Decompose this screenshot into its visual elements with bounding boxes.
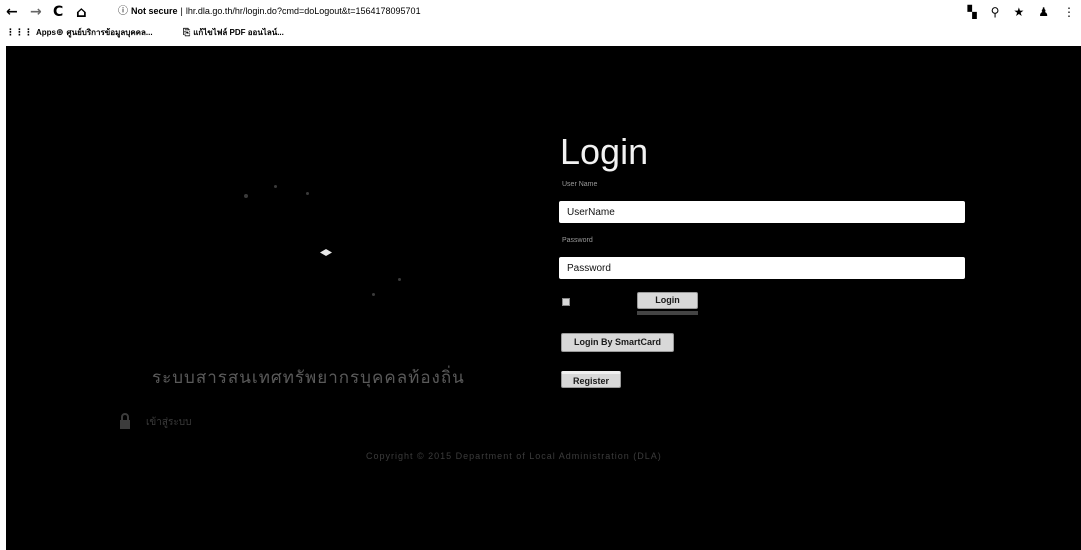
password-label: Password: [562, 237, 593, 244]
pdf-icon: ⎘: [183, 28, 191, 38]
profile-icon[interactable]: ♟: [1038, 4, 1049, 20]
browser-actions: ▚ ⚲ ★ ♟ ⋮: [967, 4, 1075, 20]
address-bar[interactable]: ⓘ Not secure | lhr.dla.go.th/hr/login.do?cm…: [118, 5, 421, 18]
login-title: Login: [560, 131, 649, 172]
forward-arrow-icon[interactable]: →: [30, 4, 42, 20]
menu-icon[interactable]: ⋮: [1063, 4, 1075, 20]
lock-caption: เข้าสู่ระบบ: [146, 417, 192, 428]
register-button[interactable]: Register: [561, 371, 621, 388]
browser-chrome: ← → C ⌂ ⓘ Not secure | lhr.dla.go.th/hr/log…: [0, 0, 1081, 46]
smartcard-login-button[interactable]: Login By SmartCard: [561, 333, 674, 352]
login-button-underline: [637, 311, 698, 315]
bookmark-item[interactable]: ⎘ แก้ไขไฟล์ PDF ออนไลน์...: [183, 26, 284, 40]
decoration-dot: [274, 185, 277, 188]
username-input[interactable]: [559, 201, 965, 223]
login-button[interactable]: Login: [637, 292, 698, 309]
remember-checkbox[interactable]: [562, 298, 570, 306]
lock-icon: [120, 413, 130, 429]
bookmark-item[interactable]: ⊕ ศูนย์บริการข้อมูลบุคคล...: [56, 26, 153, 40]
globe-icon: ⊕: [56, 28, 64, 38]
logo-diamond-icon: [320, 249, 332, 256]
username-label: User Name: [562, 181, 598, 188]
security-status: Not secure: [131, 6, 178, 16]
page-content: ระบบสารสนเทศทรัพยากรบุคคลท้องถิ่น เข้าสู…: [6, 46, 1081, 550]
bookmark-apps[interactable]: ⋮⋮⋮ Apps: [6, 26, 56, 40]
footer-copyright: Copyright © 2015 Department of Local Adm…: [366, 451, 662, 461]
apps-grid-icon: ⋮⋮⋮: [6, 28, 33, 38]
address-separator: |: [180, 6, 183, 16]
url-text[interactable]: lhr.dla.go.th/hr/login.do?cmd=doLogout&t…: [186, 6, 421, 16]
zoom-icon[interactable]: ⚲: [991, 4, 1000, 20]
star-icon[interactable]: ★: [1013, 4, 1024, 20]
browser-toolbar: ← → C ⌂ ⓘ Not secure | lhr.dla.go.th/hr/log…: [0, 0, 1081, 24]
info-icon[interactable]: ⓘ: [118, 6, 128, 17]
decoration-dot: [372, 293, 375, 296]
password-input[interactable]: [559, 257, 965, 279]
decoration-dot: [244, 194, 248, 198]
back-arrow-icon[interactable]: ←: [6, 4, 18, 20]
reload-icon[interactable]: C: [53, 4, 63, 20]
site-title: ระบบสารสนเทศทรัพยากรบุคคลท้องถิ่น: [152, 368, 465, 387]
bookmarks-bar: ⋮⋮⋮ Apps ⊕ ศูนย์บริการข้อมูลบุคคล... ⎘ แก้ไ…: [0, 26, 1081, 40]
decoration-dot: [306, 192, 309, 195]
home-icon[interactable]: ⌂: [76, 4, 87, 20]
extension-icon[interactable]: ▚: [967, 4, 976, 20]
decoration-dot: [398, 278, 401, 281]
